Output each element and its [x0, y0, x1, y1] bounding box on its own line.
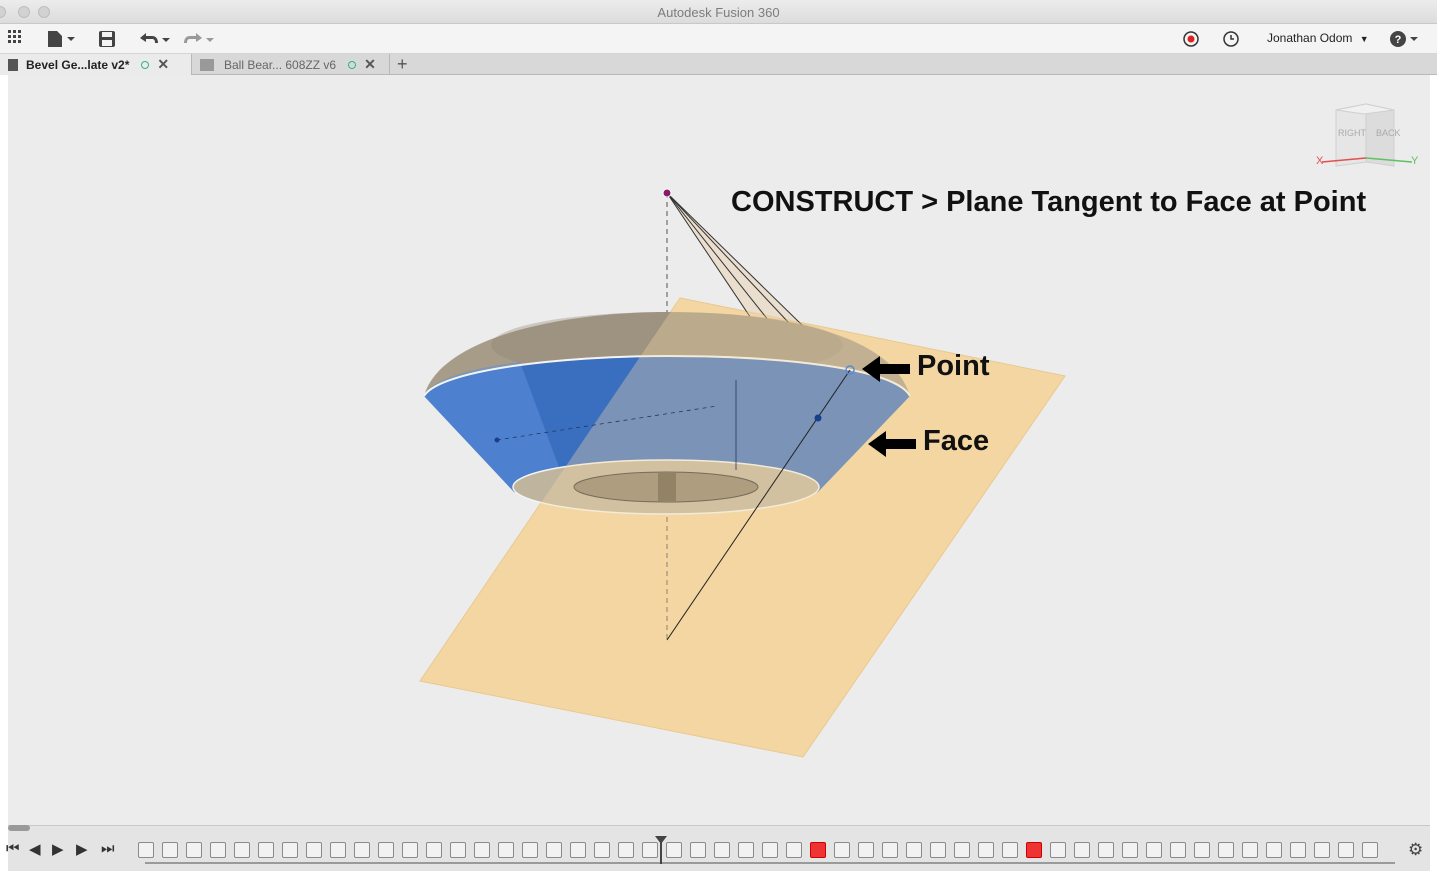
timeline-feature[interactable] [666, 842, 682, 858]
timeline-feature[interactable] [234, 842, 250, 858]
timeline-feature[interactable] [1218, 842, 1234, 858]
timeline-feature[interactable] [1290, 842, 1306, 858]
timeline-feature[interactable] [906, 842, 922, 858]
x-axis-label: X [1316, 155, 1324, 167]
timeline-feature[interactable] [162, 842, 178, 858]
timeline-feature[interactable] [474, 842, 490, 858]
timeline-feature[interactable] [786, 842, 802, 858]
timeline-feature[interactable] [378, 842, 394, 858]
construct-heading: CONSTRUCT > Plane Tangent to Face at Poi… [731, 186, 1367, 218]
gear-icon[interactable]: ⚙ [1408, 840, 1423, 860]
timeline-feature[interactable] [1074, 842, 1090, 858]
timeline-feature[interactable] [1002, 842, 1018, 858]
y-axis-label: Y [1411, 155, 1419, 167]
timeline-feature[interactable] [570, 842, 586, 858]
timeline-feature[interactable] [282, 842, 298, 858]
model-viewport [419, 188, 1066, 758]
skip-end-icon[interactable]: ⏭ [101, 840, 115, 857]
timeline-feature[interactable] [1146, 842, 1162, 858]
timeline-feature[interactable] [1170, 842, 1186, 858]
timeline-feature[interactable] [138, 842, 154, 858]
timeline-feature[interactable] [306, 842, 322, 858]
face-point [494, 437, 500, 443]
timeline-feature[interactable] [714, 842, 730, 858]
timeline-feature[interactable] [930, 842, 946, 858]
timeline-feature[interactable] [762, 842, 778, 858]
viewcube-face-back[interactable]: BACK [1376, 128, 1401, 138]
timeline-feature[interactable] [330, 842, 346, 858]
timeline-feature[interactable] [1026, 842, 1042, 858]
viewcube-face-right[interactable]: RIGHT [1338, 128, 1366, 138]
timeline-feature[interactable] [1194, 842, 1210, 858]
timeline-feature[interactable] [402, 842, 418, 858]
play-icon[interactable]: ▶ [52, 840, 64, 858]
point-callout: Point [917, 350, 990, 382]
apex-point [662, 188, 672, 198]
timeline-feature[interactable] [1338, 842, 1354, 858]
timeline-feature[interactable] [426, 842, 442, 858]
timeline-feature[interactable] [450, 842, 466, 858]
timeline-feature[interactable] [210, 842, 226, 858]
timeline-feature[interactable] [1122, 842, 1138, 858]
timeline-feature[interactable] [522, 842, 538, 858]
timeline-feature[interactable] [618, 842, 634, 858]
timeline-feature[interactable] [594, 842, 610, 858]
timeline-feature[interactable] [1314, 842, 1330, 858]
face-callout: Face [923, 425, 990, 457]
timeline-track [145, 862, 1395, 864]
timeline-feature[interactable] [954, 842, 970, 858]
timeline-feature[interactable] [1362, 842, 1378, 858]
timeline-feature[interactable] [810, 842, 826, 858]
timeline-feature[interactable] [1098, 842, 1114, 858]
timeline-feature[interactable] [882, 842, 898, 858]
view-cube[interactable]: RIGHT BACK X Y [1316, 100, 1420, 172]
timeline-feature[interactable] [546, 842, 562, 858]
timeline-feature[interactable] [354, 842, 370, 858]
timeline-feature[interactable] [1266, 842, 1282, 858]
skip-start-icon[interactable]: ⏮ [6, 840, 20, 857]
timeline-feature[interactable] [1050, 842, 1066, 858]
timeline-feature[interactable] [498, 842, 514, 858]
timeline-feature[interactable] [1242, 842, 1258, 858]
timeline-feature[interactable] [186, 842, 202, 858]
timeline-scrollbar[interactable] [8, 825, 30, 831]
timeline-feature[interactable] [738, 842, 754, 858]
step-back-icon[interactable]: ◀ [29, 840, 41, 858]
timeline-feature[interactable] [690, 842, 706, 858]
timeline-feature[interactable] [978, 842, 994, 858]
step-forward-icon[interactable]: ▶ [76, 840, 88, 858]
face-point [814, 414, 822, 422]
timeline-feature[interactable] [834, 842, 850, 858]
timeline-marker[interactable] [655, 836, 667, 864]
timeline-feature[interactable] [858, 842, 874, 858]
timeline-feature[interactable] [258, 842, 274, 858]
